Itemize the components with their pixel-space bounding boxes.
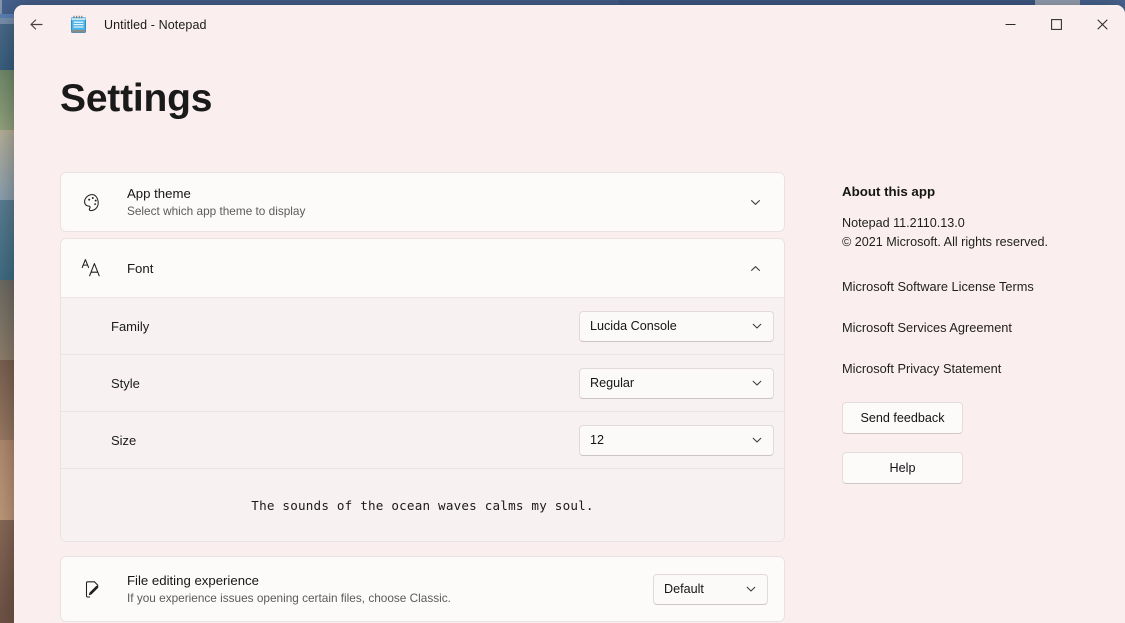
about-links: Microsoft Software License Terms Microso… <box>842 279 1107 376</box>
chevron-up-glyph <box>749 262 762 275</box>
link-services-agreement[interactable]: Microsoft Services Agreement <box>842 320 1012 335</box>
page-title: Settings <box>60 77 212 121</box>
palette-glyph <box>82 192 103 213</box>
chevron-down-icon[interactable] <box>742 196 768 209</box>
font-family-value: Lucida Console <box>590 319 751 333</box>
font-preview-row: The sounds of the ocean waves calms my s… <box>61 468 784 541</box>
file-editing-title: File editing experience <box>127 572 643 589</box>
back-button[interactable] <box>18 10 54 40</box>
window-controls <box>987 5 1125 44</box>
file-editing-value: Default <box>664 582 745 596</box>
font-style-value: Regular <box>590 376 751 390</box>
window-title: Untitled - Notepad <box>104 18 207 32</box>
chevron-down-glyph <box>751 434 763 446</box>
app-theme-subtitle: Select which app theme to display <box>127 203 742 219</box>
font-style-row: Style Regular <box>61 354 784 411</box>
chevron-up-icon[interactable] <box>742 262 768 275</box>
chevron-down-icon <box>751 434 763 446</box>
chevron-down-icon <box>751 377 763 389</box>
font-aa-glyph <box>81 258 103 278</box>
font-size-dropdown[interactable]: 12 <box>579 425 774 456</box>
app-theme-title: App theme <box>127 185 742 202</box>
app-theme-expander[interactable]: App theme Select which app theme to disp… <box>61 173 784 231</box>
chevron-down-glyph <box>745 583 757 595</box>
link-privacy-statement[interactable]: Microsoft Privacy Statement <box>842 361 1001 376</box>
file-editing-row: File editing experience If you experienc… <box>61 557 784 621</box>
font-size-row: Size 12 <box>61 411 784 468</box>
page-edit-icon <box>79 579 105 600</box>
font-title: Font <box>127 260 742 277</box>
notepad-settings-window: Untitled - Notepad Settings <box>14 5 1125 623</box>
minimize-icon <box>1005 19 1016 30</box>
title-bar: Untitled - Notepad <box>14 5 1125 44</box>
font-style-dropdown[interactable]: Regular <box>579 368 774 399</box>
help-button[interactable]: Help <box>842 452 963 484</box>
chevron-down-glyph <box>749 196 762 209</box>
chevron-down-icon <box>751 320 763 332</box>
app-theme-text: App theme Select which app theme to disp… <box>127 185 742 219</box>
notepad-glyph <box>70 15 87 34</box>
file-editing-subtitle: If you experience issues opening certain… <box>127 590 643 606</box>
font-family-row: Family Lucida Console <box>61 297 784 354</box>
about-copyright: © 2021 Microsoft. All rights reserved. <box>842 233 1107 252</box>
close-icon <box>1097 19 1108 30</box>
page-edit-glyph <box>82 579 103 600</box>
font-aa-icon <box>79 258 105 278</box>
font-preview-text: The sounds of the ocean waves calms my s… <box>251 498 593 513</box>
font-family-dropdown[interactable]: Lucida Console <box>579 311 774 342</box>
font-style-label: Style <box>111 376 579 391</box>
setting-card-app-theme: App theme Select which app theme to disp… <box>60 172 785 232</box>
notepad-icon <box>68 15 88 35</box>
link-software-license-terms[interactable]: Microsoft Software License Terms <box>842 279 1034 294</box>
about-version: Notepad 11.2110.13.0 <box>842 214 1107 233</box>
file-editing-text: File editing experience If you experienc… <box>127 572 643 606</box>
chevron-down-glyph <box>751 377 763 389</box>
chevron-down-glyph <box>751 320 763 332</box>
maximize-button[interactable] <box>1033 5 1079 44</box>
font-text: Font <box>127 260 742 277</box>
font-size-value: 12 <box>590 433 751 447</box>
about-heading: About this app <box>842 184 1107 199</box>
setting-card-font: Font Family Lucida Console <box>60 238 785 542</box>
font-size-label: Size <box>111 433 579 448</box>
font-expander[interactable]: Font <box>61 239 784 297</box>
about-panel: About this app Notepad 11.2110.13.0 © 20… <box>842 184 1107 484</box>
send-feedback-button[interactable]: Send feedback <box>842 402 963 434</box>
settings-list: App theme Select which app theme to disp… <box>60 172 785 623</box>
close-button[interactable] <box>1079 5 1125 44</box>
file-editing-dropdown[interactable]: Default <box>653 574 768 605</box>
maximize-icon <box>1051 19 1062 30</box>
chevron-down-icon <box>745 583 757 595</box>
font-family-label: Family <box>111 319 579 334</box>
palette-icon <box>79 192 105 213</box>
back-arrow-icon <box>28 16 45 33</box>
content-area: App theme Select which app theme to disp… <box>14 172 1125 623</box>
settings-page: Settings <box>14 44 1125 623</box>
setting-card-file-editing: File editing experience If you experienc… <box>60 556 785 622</box>
minimize-button[interactable] <box>987 5 1033 44</box>
